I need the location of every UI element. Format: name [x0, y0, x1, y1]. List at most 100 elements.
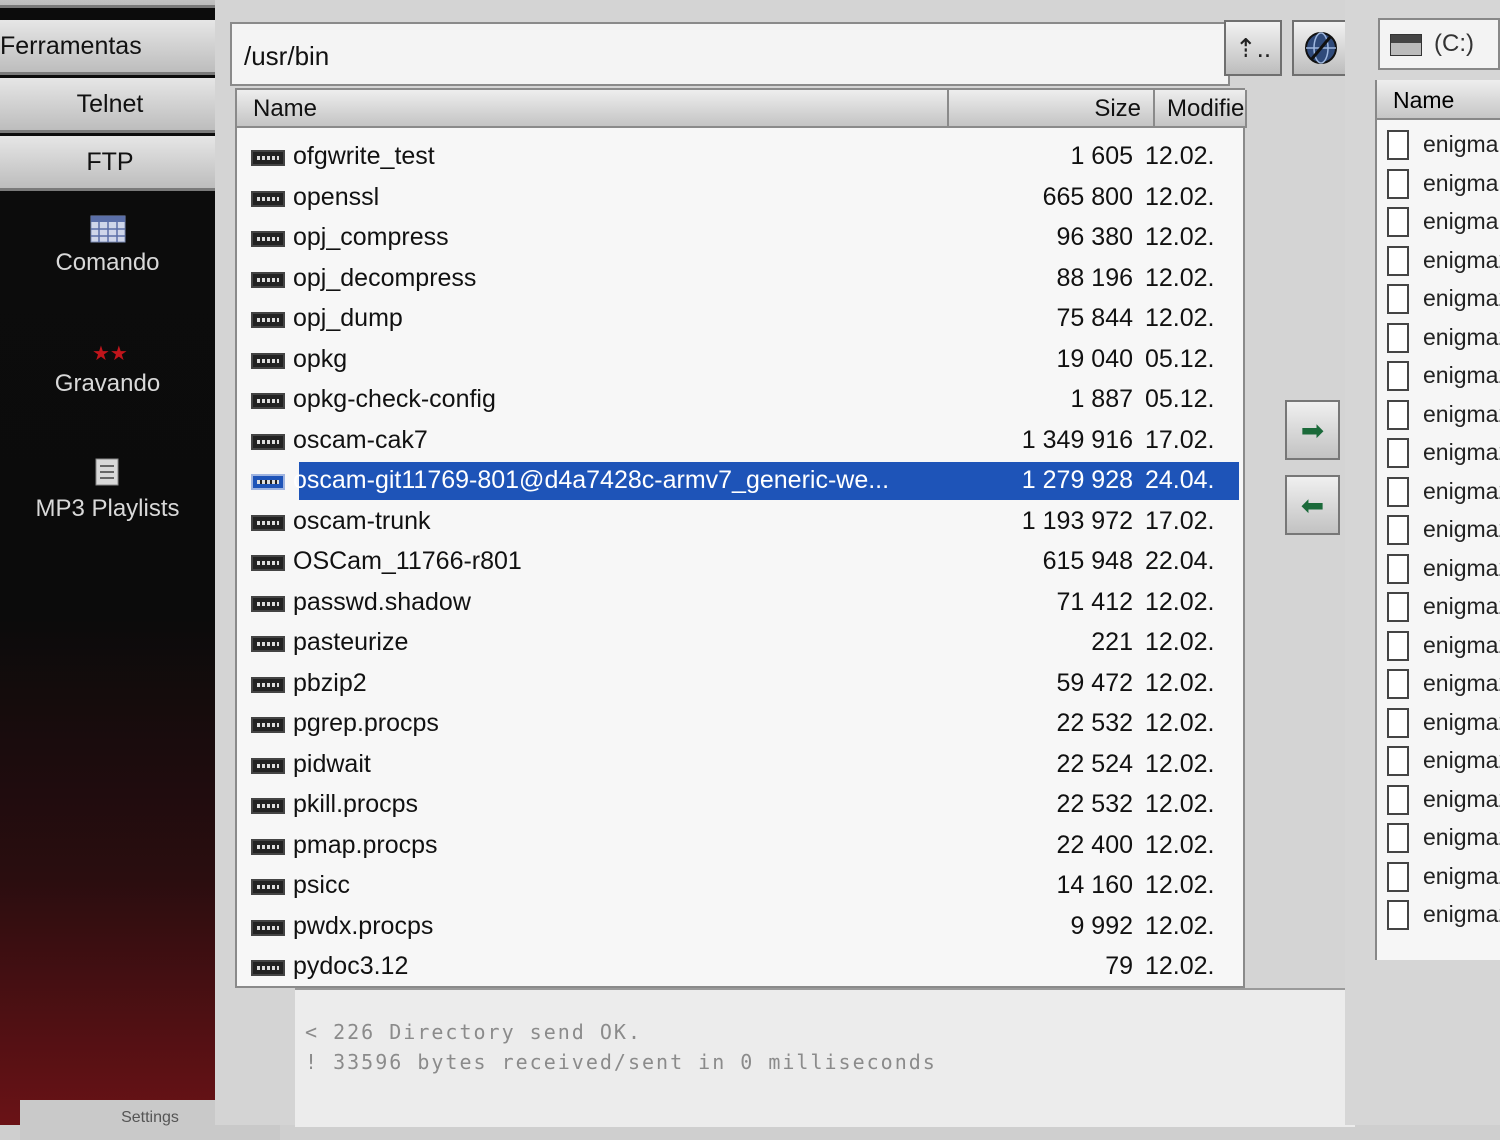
- local-file-name: enigma2-p: [1423, 747, 1500, 773]
- parent-directory-button[interactable]: ⇡..: [1224, 20, 1282, 76]
- sidebar-item-mp3-playlists[interactable]: MP3 Playlists: [0, 455, 215, 523]
- file-modified: 12.02.: [1145, 304, 1215, 332]
- local-column-header-name[interactable]: Name: [1377, 80, 1500, 120]
- drive-selector[interactable]: (C:): [1378, 18, 1500, 70]
- local-file-name: enigma: [1423, 131, 1499, 157]
- local-file-name: enigma2-p: [1423, 785, 1500, 812]
- upload-button[interactable]: ➡: [1285, 400, 1340, 460]
- remote-path-field[interactable]: /usr/bin: [230, 22, 1230, 86]
- drive-icon: [1390, 33, 1422, 56]
- remote-file-list[interactable]: Name Size Modifie ofgwrite_test 1 605 12.0…: [235, 88, 1247, 988]
- file-modified: 12.02.: [1145, 830, 1215, 859]
- column-header-size[interactable]: Size: [949, 90, 1155, 128]
- document-icon: [1387, 207, 1409, 237]
- file-modified: 17.02.: [1145, 506, 1215, 535]
- table-row[interactable]: ofgwrite_test 1 605 12.02.: [243, 138, 1233, 178]
- file-name: oscam-git11769-801@d4a7428c-armv7_generi…: [293, 466, 890, 494]
- binary-file-icon: [251, 879, 285, 895]
- sidebar-tab-label: Ferramentas: [0, 32, 142, 60]
- table-row[interactable]: opj_dump 75 844 12.02.: [243, 300, 1233, 340]
- file-size: 615 948: [1042, 547, 1133, 575]
- local-file-name: enigma2: [1423, 439, 1500, 465]
- sidebar-tab-top[interactable]: [0, 0, 220, 8]
- binary-file-icon: [251, 636, 285, 652]
- file-modified: 22.04.: [1145, 547, 1215, 575]
- download-button[interactable]: ⬅: [1285, 475, 1340, 535]
- binary-file-icon: [251, 838, 285, 855]
- disconnect-button[interactable]: [1292, 20, 1350, 76]
- table-row[interactable]: pwdx.procps 9 992 12.02.: [243, 908, 1233, 948]
- arrow-right-icon: ➡: [1300, 414, 1325, 446]
- file-size: 14 160: [1056, 871, 1133, 899]
- document-icon: [1387, 900, 1409, 930]
- file-modified: 12.02.: [1145, 668, 1215, 697]
- local-file-name: enigma2: [1423, 323, 1500, 350]
- local-file-name: enigma2-pl: [1423, 901, 1500, 927]
- table-row[interactable]: opj_decompress 88 196 12.02.: [243, 260, 1233, 300]
- table-row[interactable]: passwd.shadow 71 412 12.02.: [243, 584, 1233, 624]
- file-size: 71 412: [1056, 587, 1133, 616]
- file-name: psicc: [293, 871, 350, 899]
- file-name: opkg-check-config: [293, 385, 496, 413]
- binary-file-icon: [251, 393, 285, 409]
- table-row[interactable]: opkg 19 040 05.12.: [243, 341, 1233, 381]
- binary-file-icon: [251, 190, 285, 207]
- table-row[interactable]: pkill.procps 22 532 12.02.: [243, 786, 1233, 826]
- document-icon: [1387, 476, 1409, 507]
- table-row[interactable]: opj_compress 96 380 12.02.: [243, 219, 1233, 259]
- local-file-name: enigma2-p: [1423, 708, 1500, 735]
- remote-path-text: /usr/bin: [244, 41, 330, 71]
- file-modified: 12.02.: [1145, 263, 1215, 292]
- table-row[interactable]: openssl 665 800 12.02.: [243, 179, 1233, 219]
- sidebar-tab-ftp[interactable]: FTP: [0, 136, 220, 191]
- document-icon: [1387, 592, 1409, 622]
- file-size: 1 193 972: [1021, 506, 1133, 535]
- sidebar-tab-ferramentas[interactable]: Ferramentas: [0, 20, 220, 75]
- local-file-list[interactable]: Name enigma enigma enigma enigma2 enigma2 eni…: [1375, 80, 1500, 960]
- file-modified: 12.02.: [1145, 223, 1215, 251]
- table-row[interactable]: pasteurize 221 12.02.: [243, 624, 1233, 664]
- file-name: opj_decompress: [293, 263, 477, 292]
- file-modified: 24.04.: [1145, 466, 1215, 494]
- local-file-name: enigma2: [1423, 362, 1500, 388]
- table-row[interactable]: pgrep.procps 22 532 12.02.: [243, 705, 1233, 745]
- sidebar-tab-telnet[interactable]: Telnet: [0, 78, 220, 133]
- table-row-selected[interactable]: oscam-git11769-801@d4a7428c-armv7_generi…: [243, 462, 1239, 502]
- binary-file-icon: [251, 433, 285, 450]
- table-row[interactable]: oscam-cak7 1 349 916 17.02.: [243, 422, 1233, 462]
- file-modified: 12.02.: [1145, 142, 1215, 170]
- column-header-label: Name: [253, 95, 318, 122]
- document-icon: [1387, 861, 1409, 892]
- column-header-modified[interactable]: Modifie: [1155, 90, 1247, 128]
- settings-label: Settings: [121, 1109, 179, 1126]
- file-name: pbzip2: [293, 668, 367, 697]
- table-row[interactable]: OSCam_11766-r801 615 948 22.04.: [243, 543, 1233, 583]
- file-modified: 12.02.: [1145, 871, 1215, 899]
- table-row[interactable]: opkg-check-config 1 887 05.12.: [243, 381, 1233, 421]
- binary-file-icon: [251, 312, 285, 328]
- file-size: 1 349 916: [1021, 425, 1133, 454]
- file-size: 665 800: [1042, 182, 1133, 211]
- binary-file-icon: [251, 271, 285, 288]
- file-modified: 12.02.: [1145, 952, 1215, 980]
- sidebar-item-gravando[interactable]: ★★ Gravando: [0, 340, 215, 398]
- table-row[interactable]: pbzip2 59 472 12.02.: [243, 665, 1233, 705]
- file-modified: 12.02.: [1145, 749, 1215, 778]
- column-header-label: Modifie: [1167, 95, 1245, 122]
- file-name: pwdx.procps: [293, 911, 434, 940]
- table-row[interactable]: pmap.procps 22 400 12.02.: [243, 827, 1233, 867]
- document-icon: [1387, 168, 1409, 199]
- column-header-name[interactable]: Name: [237, 90, 949, 128]
- binary-file-icon: [251, 150, 285, 166]
- sidebar: Ferramentas Telnet FTP Comando ★★ Gravan…: [0, 0, 280, 1140]
- sidebar-item-comando[interactable]: Comando: [0, 215, 215, 277]
- table-row[interactable]: pydoc3.12 79 12.02.: [243, 948, 1233, 988]
- local-file-name: enigma2-p: [1423, 862, 1500, 889]
- file-name: pmap.procps: [293, 830, 438, 859]
- file-size: 22 532: [1056, 790, 1133, 818]
- table-row[interactable]: oscam-trunk 1 193 972 17.02.: [243, 503, 1233, 543]
- table-row[interactable]: psicc 14 160 12.02.: [243, 867, 1233, 907]
- document-icon: [1387, 361, 1409, 391]
- table-row[interactable]: pidwait 22 524 12.02.: [243, 746, 1233, 786]
- file-size: 19 040: [1056, 344, 1133, 373]
